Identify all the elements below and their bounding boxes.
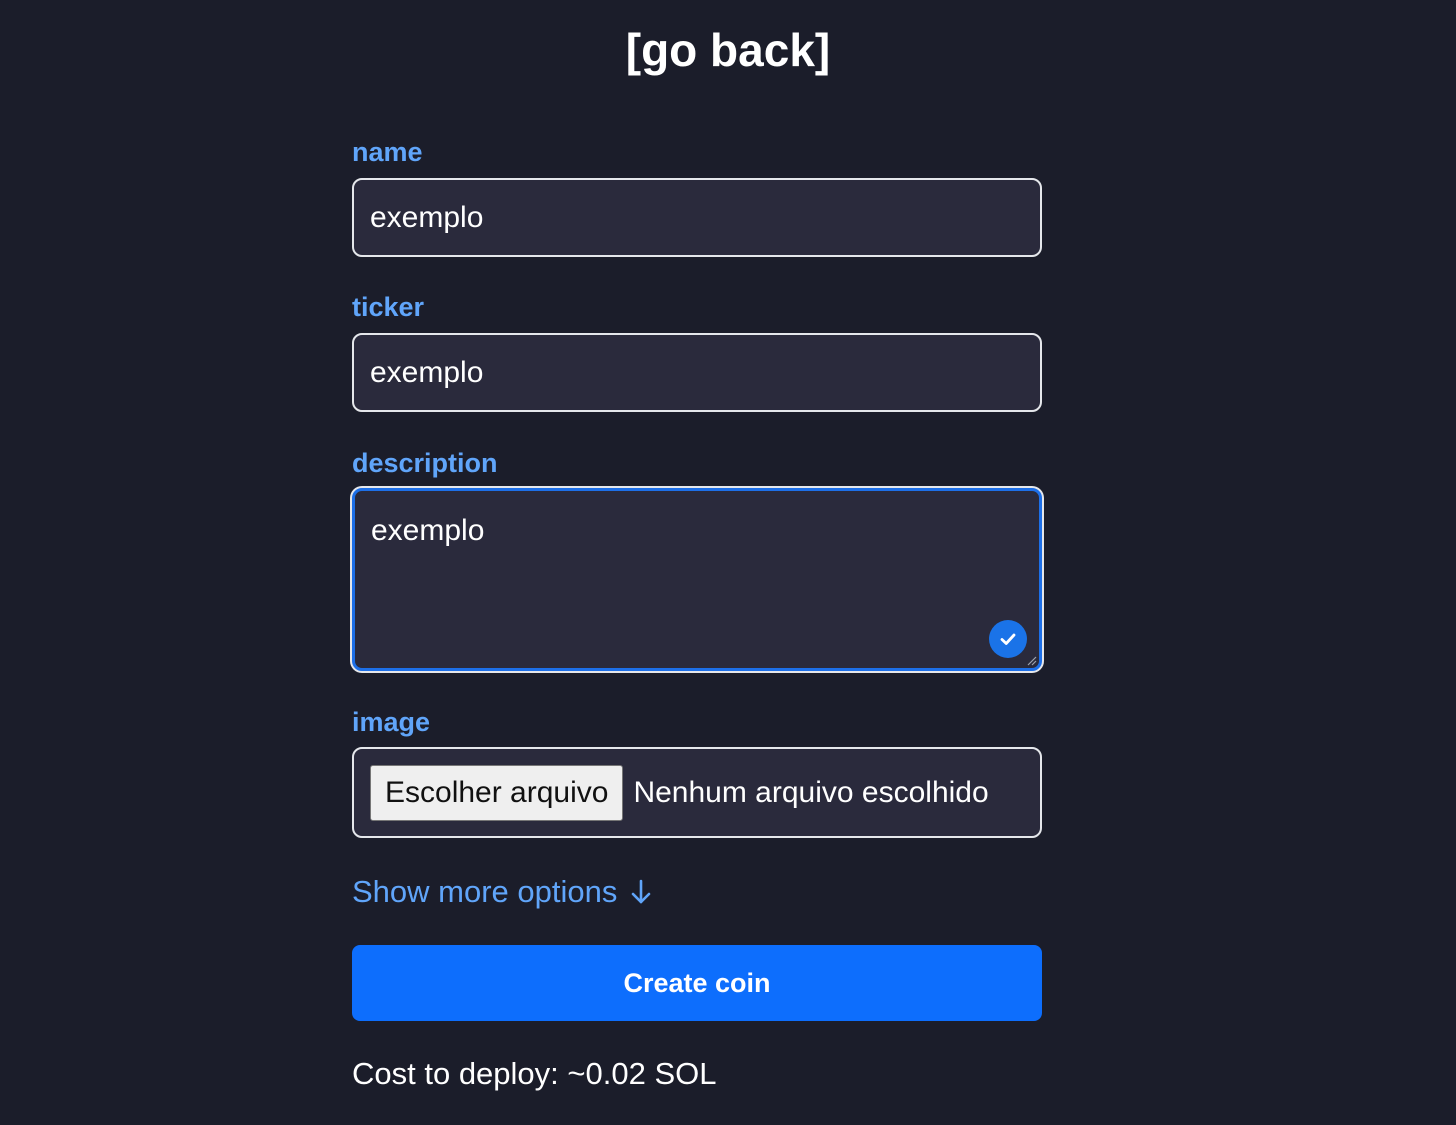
file-status-text: Nenhum arquivo escolhido [633, 775, 989, 809]
description-textarea[interactable]: exemplo [352, 488, 1042, 671]
resize-handle-icon[interactable] [1025, 654, 1037, 666]
create-coin-button[interactable]: Create coin [352, 945, 1042, 1021]
image-label: image [352, 707, 431, 737]
deploy-cost-text: Cost to deploy: ~0.02 SOL [352, 1056, 717, 1091]
name-input[interactable]: exemplo [352, 178, 1042, 257]
show-more-options-label: Show more options [352, 874, 618, 909]
check-icon [989, 620, 1027, 658]
show-more-options-toggle[interactable]: Show more options [352, 872, 653, 912]
arrow-down-icon [632, 879, 651, 904]
description-label: description [352, 448, 498, 478]
image-file-input[interactable]: Escolher arquivo Nenhum arquivo escolhid… [352, 747, 1042, 838]
ticker-input[interactable]: exemplo [352, 333, 1042, 412]
description-text: exemplo [371, 514, 485, 547]
ticker-label: ticker [352, 292, 425, 322]
go-back-link[interactable]: [go back] [0, 22, 1456, 78]
choose-file-button[interactable]: Escolher arquivo [370, 764, 624, 821]
name-label: name [352, 137, 423, 167]
create-coin-page: [go back] name exemplo ticker exemplo de… [0, 0, 1456, 1125]
